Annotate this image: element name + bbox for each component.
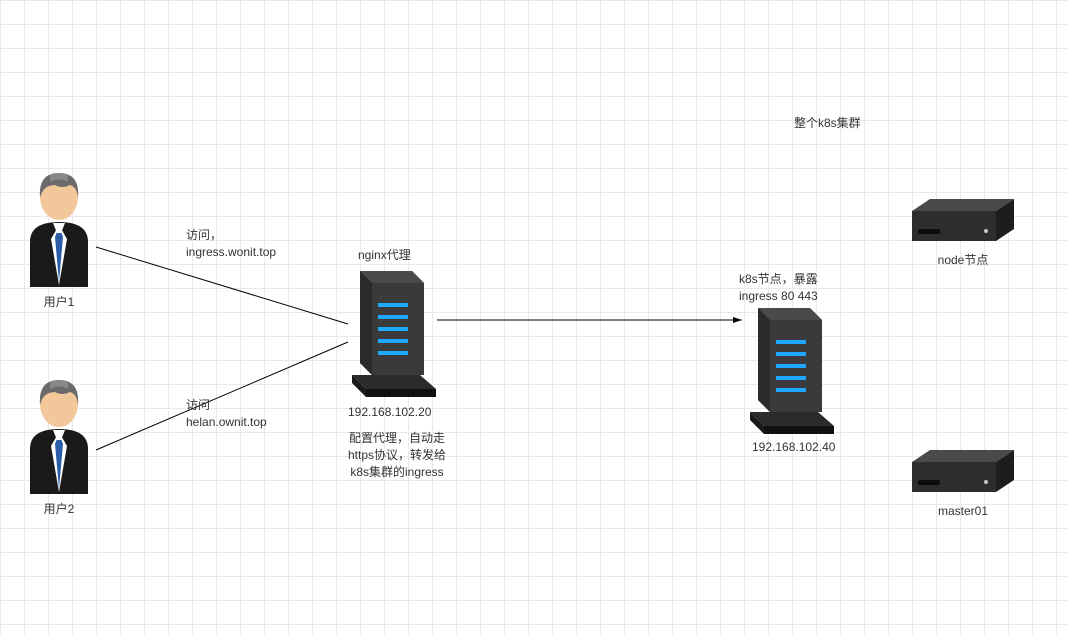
- nginx-ip: 192.168.102.20: [348, 404, 431, 421]
- diagram-canvas: 整个k8s集群 用户1 访问， ingress.wonit.top 用户2 访问…: [0, 0, 1067, 634]
- user2-caption: 用户2: [18, 501, 100, 518]
- k8s-node-server: [746, 300, 836, 438]
- user2: 用户2: [18, 374, 100, 518]
- connections-layer: [0, 0, 1067, 634]
- device-box-icon: [910, 448, 1016, 496]
- nginx-title: nginx代理: [358, 247, 411, 264]
- user1: 用户1: [18, 167, 100, 311]
- nginx-server: [348, 263, 438, 401]
- master-caption: master01: [910, 503, 1016, 520]
- device-box-icon: [910, 197, 1016, 245]
- nginx-desc: 配置代理，自动走 https协议，转发给 k8s集群的ingress: [327, 430, 467, 480]
- cluster-title: 整个k8s集群: [794, 115, 861, 132]
- master-device: master01: [910, 448, 1016, 520]
- server-tower-icon: [348, 263, 438, 398]
- k8s-node-ip: 192.168.102.40: [752, 439, 835, 456]
- node-caption: node节点: [910, 252, 1016, 269]
- edge-label-user2: 访问 helan.ownit.top: [186, 397, 267, 431]
- person-icon: [20, 374, 98, 494]
- edge-label-user1: 访问， ingress.wonit.top: [186, 227, 276, 261]
- node-device: node节点: [910, 197, 1016, 269]
- person-icon: [20, 167, 98, 287]
- server-tower-icon: [746, 300, 836, 435]
- user1-caption: 用户1: [18, 294, 100, 311]
